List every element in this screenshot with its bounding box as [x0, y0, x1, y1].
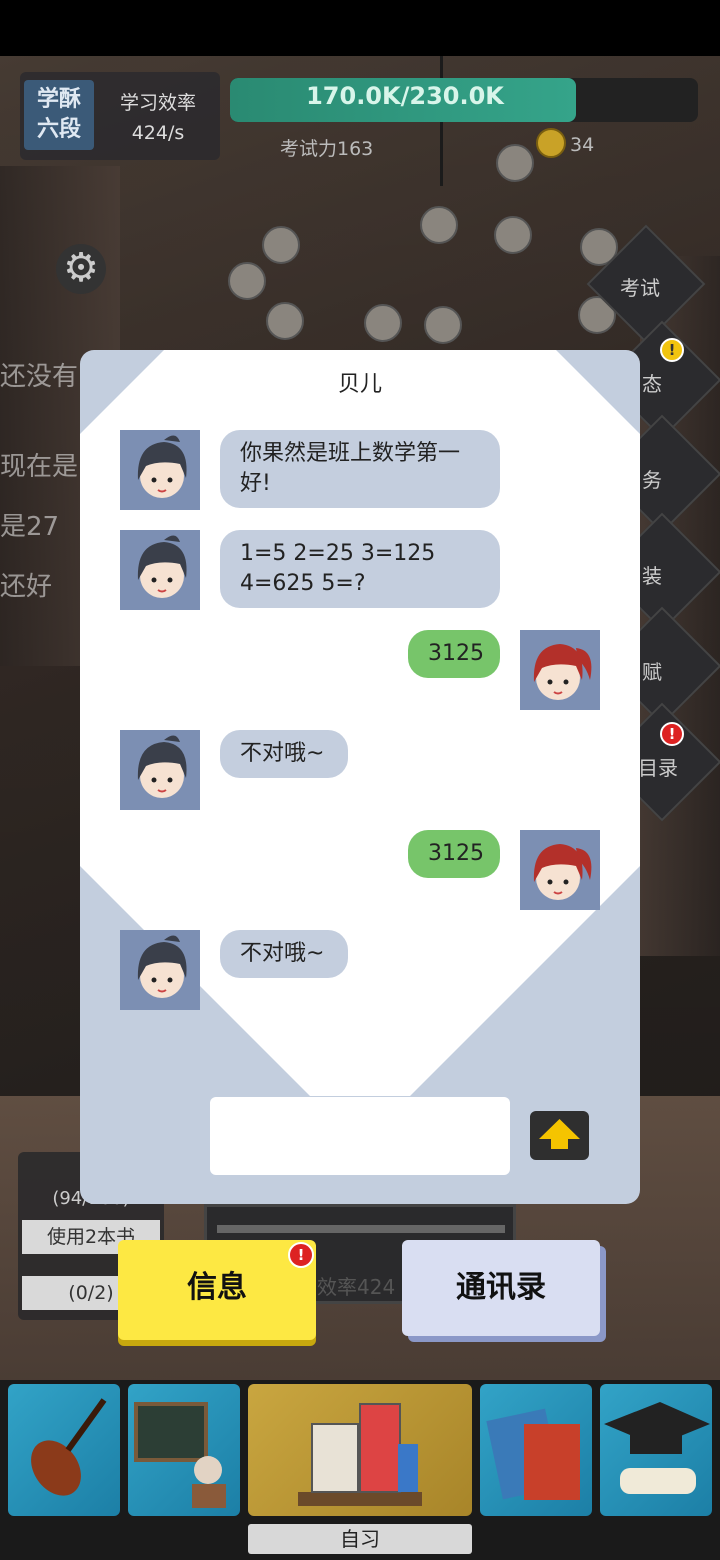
- background-text: 还没有: [0, 362, 79, 392]
- exam-label: 考试: [620, 276, 660, 300]
- divider: [217, 1225, 505, 1233]
- chat-title: 贝儿: [337, 372, 382, 397]
- npc-avatar: [120, 930, 200, 1010]
- info-button[interactable]: 信息: [118, 1240, 316, 1340]
- tab-essay[interactable]: [480, 1384, 592, 1516]
- graduation-cap-icon: [604, 1402, 710, 1494]
- alert-icon: !: [660, 338, 684, 362]
- npc-message-bubble: 你果然是班上数学第一好!: [220, 430, 500, 508]
- catalog-label: 目录: [638, 756, 678, 780]
- gear-icon[interactable]: ⚙: [56, 244, 106, 294]
- npc-avatar: [120, 730, 200, 810]
- tasks-label: 务: [642, 468, 662, 492]
- lamp-bulb: [266, 302, 304, 340]
- rank-badge[interactable]: 学酥 六段: [24, 80, 94, 150]
- contacts-button[interactable]: 通讯录: [402, 1240, 600, 1336]
- lamp-bulb: [364, 304, 402, 342]
- tab-active-label: 自习: [248, 1524, 472, 1554]
- lamp-bulb: [494, 216, 532, 254]
- player-avatar: [520, 830, 600, 910]
- book-stack-icon: [298, 1403, 422, 1506]
- rank-line-1: 学酥: [36, 87, 81, 112]
- tab-lecture[interactable]: [128, 1384, 240, 1516]
- background-text: 还好: [0, 572, 53, 602]
- arrow-up-icon: [539, 1119, 580, 1149]
- npc-avatar: [120, 530, 200, 610]
- send-button[interactable]: [530, 1111, 589, 1160]
- progress-text: 170.0K/230.0K: [306, 82, 504, 110]
- npc-message-bubble: 不对哦~: [220, 930, 348, 978]
- coin-count: 34: [570, 134, 595, 156]
- violin-icon: [31, 1398, 107, 1496]
- npc-message-bubble: 1=5 2=25 3=125 4=625 5=?: [220, 530, 500, 608]
- tab-graduation[interactable]: [600, 1384, 712, 1516]
- lamp-bulb: [424, 306, 462, 344]
- exam-power: 考试力163: [280, 138, 374, 160]
- lamp-bulb: [420, 206, 458, 244]
- outfit-label: 装: [642, 564, 662, 588]
- player-avatar: [520, 630, 600, 710]
- alert-icon: !: [288, 1242, 314, 1268]
- lamp-bulb: [228, 262, 266, 300]
- message-input[interactable]: [210, 1097, 510, 1175]
- background-text: 是27: [0, 512, 60, 542]
- status-bar: [0, 0, 720, 56]
- lamp-bulb: [262, 226, 300, 264]
- status-label: 态: [642, 372, 662, 396]
- efficiency-value: 424/s: [131, 122, 185, 144]
- efficiency-label: 学习效率: [119, 92, 196, 114]
- essay-book-icon: [486, 1408, 580, 1500]
- player-message-bubble: 3125: [408, 830, 500, 878]
- rank-line-2: 六段: [36, 117, 81, 142]
- alert-icon: !: [660, 722, 684, 746]
- coin-icon: [536, 128, 566, 158]
- npc-message-bubble: 不对哦~: [220, 730, 348, 778]
- lamp-bulb: [496, 144, 534, 182]
- tab-self-study[interactable]: [248, 1384, 472, 1516]
- npc-avatar: [120, 430, 200, 510]
- background-text: 现在是: [0, 452, 79, 482]
- tab-violin[interactable]: [8, 1384, 120, 1516]
- blackboard-icon: [134, 1402, 226, 1508]
- talent-label: 赋: [642, 660, 662, 684]
- player-message-bubble: 3125: [408, 630, 500, 678]
